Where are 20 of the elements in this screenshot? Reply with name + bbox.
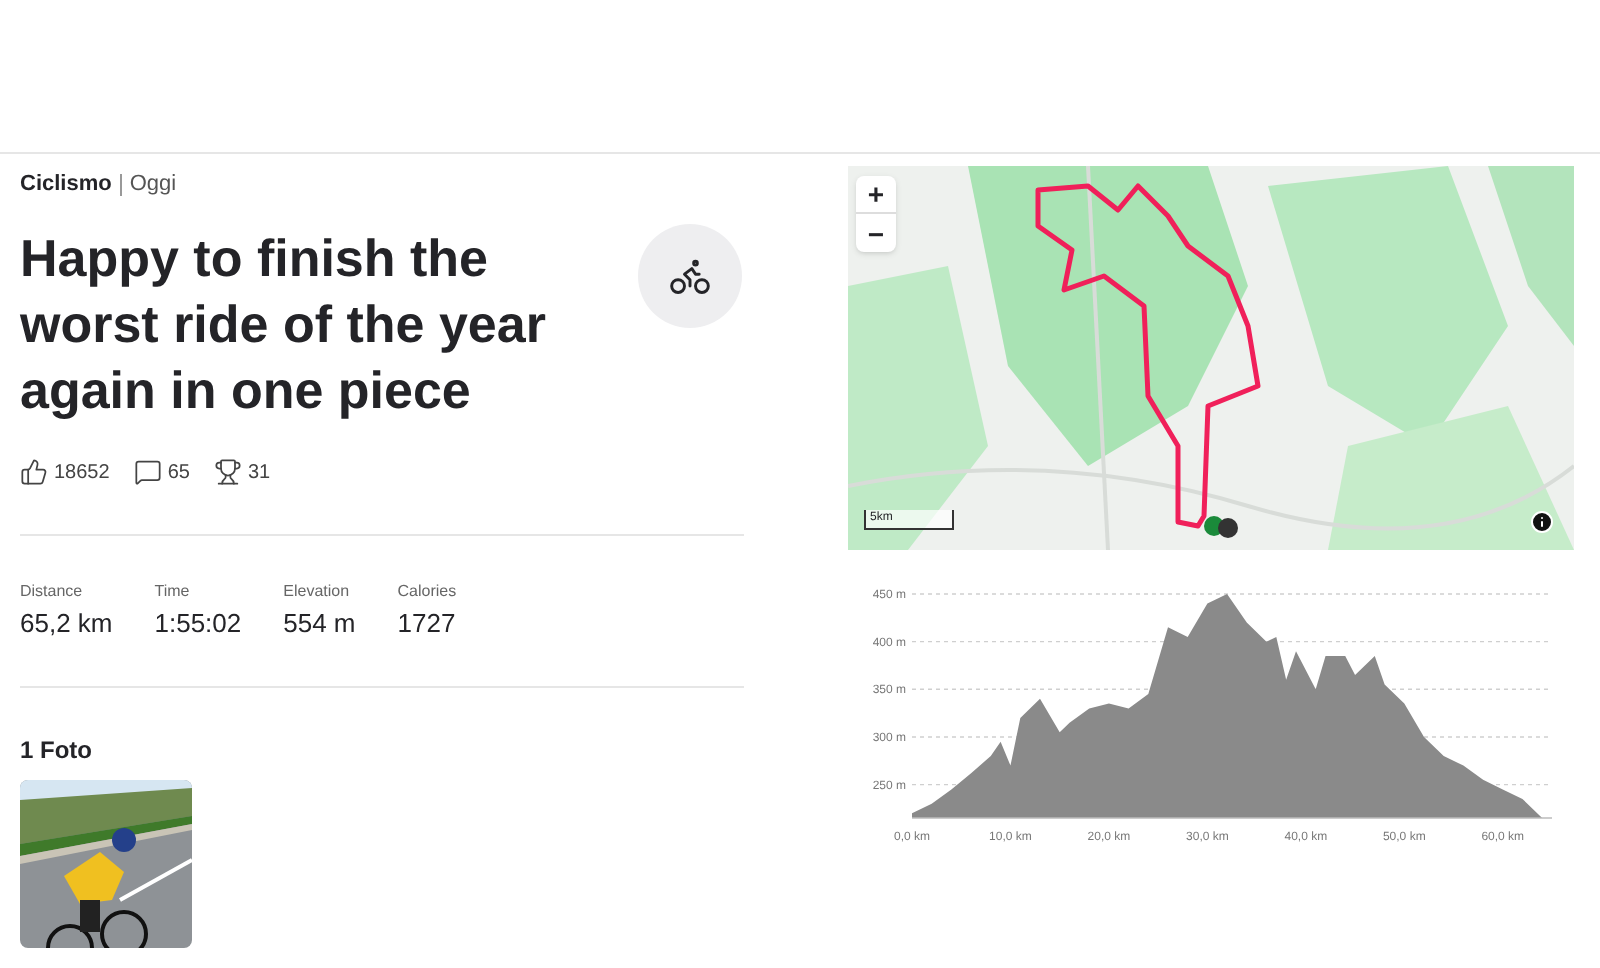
stat-label: Distance [20, 579, 85, 603]
activity-title: Happy to finish the worst ride of the year again in one piece [20, 225, 548, 423]
count-label: 18652 [54, 459, 110, 487]
stat-value: 65,2 km [20, 605, 113, 641]
stat-label: Calories [397, 579, 457, 603]
stat-label: Time [154, 579, 192, 603]
zoom-in-button[interactable]: + [856, 176, 896, 214]
comment-icon[interactable] [133, 458, 162, 486]
photos-heading: 1 Foto [20, 734, 94, 768]
thumbs-up-icon[interactable] [20, 458, 48, 486]
stat-value: 1:55:02 [154, 605, 242, 641]
count-label: 31 [247, 459, 271, 487]
stat-value: 554 m [283, 605, 356, 641]
stat-label: Elevation [283, 579, 352, 603]
sport-label: Ciclismo [20, 170, 112, 200]
stat-value: 1727 [397, 605, 457, 641]
zoom-out-button[interactable]: − [856, 214, 896, 252]
count-label: 65 [167, 459, 190, 487]
date-label: Oggi [129, 170, 177, 200]
trophy-icon [213, 458, 242, 486]
